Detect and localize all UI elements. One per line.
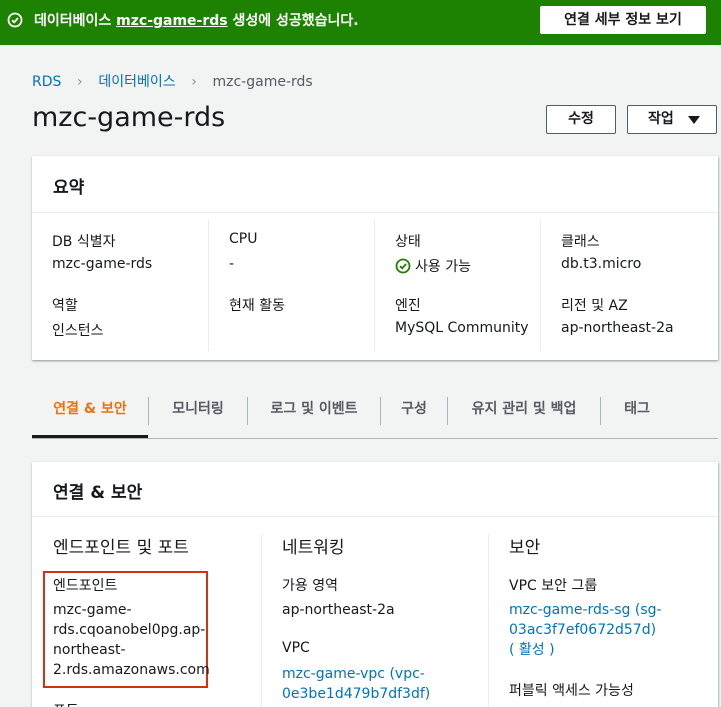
vpc-label: VPC xyxy=(282,640,310,656)
current-activity-field: 현재 활동 xyxy=(229,295,285,320)
tab-connectivity-security[interactable]: 연결 & 보안 xyxy=(32,384,148,438)
banner-message-suffix: 생성에 성공했습니다. xyxy=(232,13,359,29)
public-access-label: 퍼블릭 액세스 가능성 xyxy=(509,683,634,699)
security-group-link[interactable]: mzc-game-rds-sg (sg- 03ac3f7ef0672d57d) … xyxy=(509,600,662,660)
az-value: ap-northeast-2a xyxy=(282,602,395,618)
summary-panel: 요약 DB 식별자 mzc-game-rds 역할 인스턴스 CPU - 현재 … xyxy=(32,156,718,360)
field-value: mzc-game-rds xyxy=(52,256,153,272)
field-value: - xyxy=(229,256,235,272)
field-value: 인스턴스 xyxy=(52,323,104,339)
security-group-line: 03ac3f7ef0672d57d) xyxy=(509,622,657,638)
port-label: 포트 xyxy=(53,700,79,707)
networking-section-title: 네트워킹 xyxy=(282,538,345,558)
region-az-field: 리전 및 AZ ap-northeast-2a xyxy=(561,295,674,336)
vpc-link-line: 0e3be1d479b7df3df) xyxy=(282,686,431,702)
breadcrumb-current: mzc-game-rds xyxy=(212,74,313,90)
success-check-icon xyxy=(7,12,23,28)
field-label: 리전 및 AZ xyxy=(561,298,628,314)
security-section-title: 보안 xyxy=(509,538,541,558)
caret-down-icon xyxy=(688,116,700,124)
connectivity-security-panel: 연결 & 보안 엔드포인트 및 포트 엔드포인트 mzc-game- rds.c… xyxy=(32,462,718,707)
detail-tabs: 연결 & 보안 모니터링 로그 및 이벤트 구성 유지 관리 및 백업 태그 xyxy=(32,384,718,439)
endpoint-label: 엔드포인트 xyxy=(53,578,118,594)
breadcrumb-databases[interactable]: 데이터베이스 xyxy=(98,74,175,90)
success-banner: 데이터베이스 mzc-game-rds 생성에 성공했습니다. 연결 세부 정보… xyxy=(0,0,721,45)
endpoint-port-section-title: 엔드포인트 및 포트 xyxy=(53,538,189,558)
db-identifier-field: DB 식별자 mzc-game-rds xyxy=(52,231,152,272)
page-title: mzc-game-rds xyxy=(32,102,226,133)
actions-label: 작업 xyxy=(648,111,674,127)
role-field: 역할 인스턴스 xyxy=(52,295,104,340)
cpu-field: CPU - xyxy=(229,231,257,272)
banner-message-prefix: 데이터베이스 xyxy=(34,13,112,29)
section-divider xyxy=(488,534,489,707)
endpoint-line: mzc-game- xyxy=(53,602,132,618)
security-group-line: mzc-game-rds-sg (sg- xyxy=(509,602,662,618)
field-label: DB 식별자 xyxy=(52,234,116,250)
banner-message: 데이터베이스 mzc-game-rds 생성에 성공했습니다. xyxy=(34,10,359,30)
field-value: ap-northeast-2a xyxy=(561,320,674,336)
summary-column: DB 식별자 mzc-game-rds 역할 인스턴스 xyxy=(32,220,208,351)
field-value: MySQL Community xyxy=(395,320,529,336)
vpc-link-line: mzc-game-vpc (vpc- xyxy=(282,666,425,682)
chevron-right-icon: › xyxy=(77,74,83,90)
az-label: 가용 영역 xyxy=(282,578,338,594)
breadcrumb-rds[interactable]: RDS xyxy=(32,74,61,90)
modify-button[interactable]: 수정 xyxy=(546,105,616,134)
tab-tags[interactable]: 태그 xyxy=(601,384,673,438)
chevron-right-icon: › xyxy=(191,74,197,90)
banner-db-link[interactable]: mzc-game-rds xyxy=(116,13,227,29)
status-value: 사용 가능 xyxy=(395,256,471,276)
vpc-security-group-label: VPC 보안 그룹 xyxy=(509,578,598,594)
tab-monitoring[interactable]: 모니터링 xyxy=(149,384,247,438)
endpoint-line: 2.rds.amazonaws.com xyxy=(53,662,210,678)
endpoint-line: rds.cqoanobel0pg.ap- xyxy=(53,622,206,638)
tab-logs-events[interactable]: 로그 및 이벤트 xyxy=(248,384,380,438)
class-field: 클래스 db.t3.micro xyxy=(561,231,641,272)
connectivity-title: 연결 & 보안 xyxy=(53,483,143,503)
field-label: 상태 xyxy=(395,234,421,250)
status-text: 사용 가능 xyxy=(415,259,471,275)
field-label: 역할 xyxy=(52,298,78,314)
breadcrumb: RDS › 데이터베이스 › mzc-game-rds xyxy=(32,71,313,91)
view-connection-details-button[interactable]: 연결 세부 정보 보기 xyxy=(540,6,706,34)
field-label: CPU xyxy=(229,231,258,247)
security-group-status: ( 활성 ) xyxy=(509,642,555,658)
summary-column: 상태 사용 가능 엔진 MySQL Community xyxy=(374,220,540,351)
engine-field: 엔진 MySQL Community xyxy=(395,295,529,336)
tab-configuration[interactable]: 구성 xyxy=(381,384,447,438)
endpoint-line: northeast- xyxy=(53,642,126,658)
field-label: 현재 활동 xyxy=(229,298,285,314)
summary-header: 요약 xyxy=(32,156,718,213)
summary-title: 요약 xyxy=(53,178,85,198)
field-value: db.t3.micro xyxy=(561,256,642,272)
summary-column: 클래스 db.t3.micro 리전 및 AZ ap-northeast-2a xyxy=(540,220,718,351)
endpoint-value[interactable]: mzc-game- rds.cqoanobel0pg.ap- northeast… xyxy=(53,600,210,680)
field-label: 클래스 xyxy=(561,234,600,250)
actions-dropdown-button[interactable]: 작업 xyxy=(627,105,717,134)
field-label: 엔진 xyxy=(395,298,421,314)
connectivity-header: 연결 & 보안 xyxy=(32,462,718,517)
status-available-icon xyxy=(395,258,411,274)
section-divider xyxy=(261,534,262,707)
status-field: 상태 사용 가능 xyxy=(395,231,471,276)
summary-column: CPU - 현재 활동 xyxy=(208,220,374,351)
vpc-link[interactable]: mzc-game-vpc (vpc- 0e3be1d479b7df3df) xyxy=(282,664,430,704)
tab-maintenance-backups[interactable]: 유지 관리 및 백업 xyxy=(448,384,600,438)
